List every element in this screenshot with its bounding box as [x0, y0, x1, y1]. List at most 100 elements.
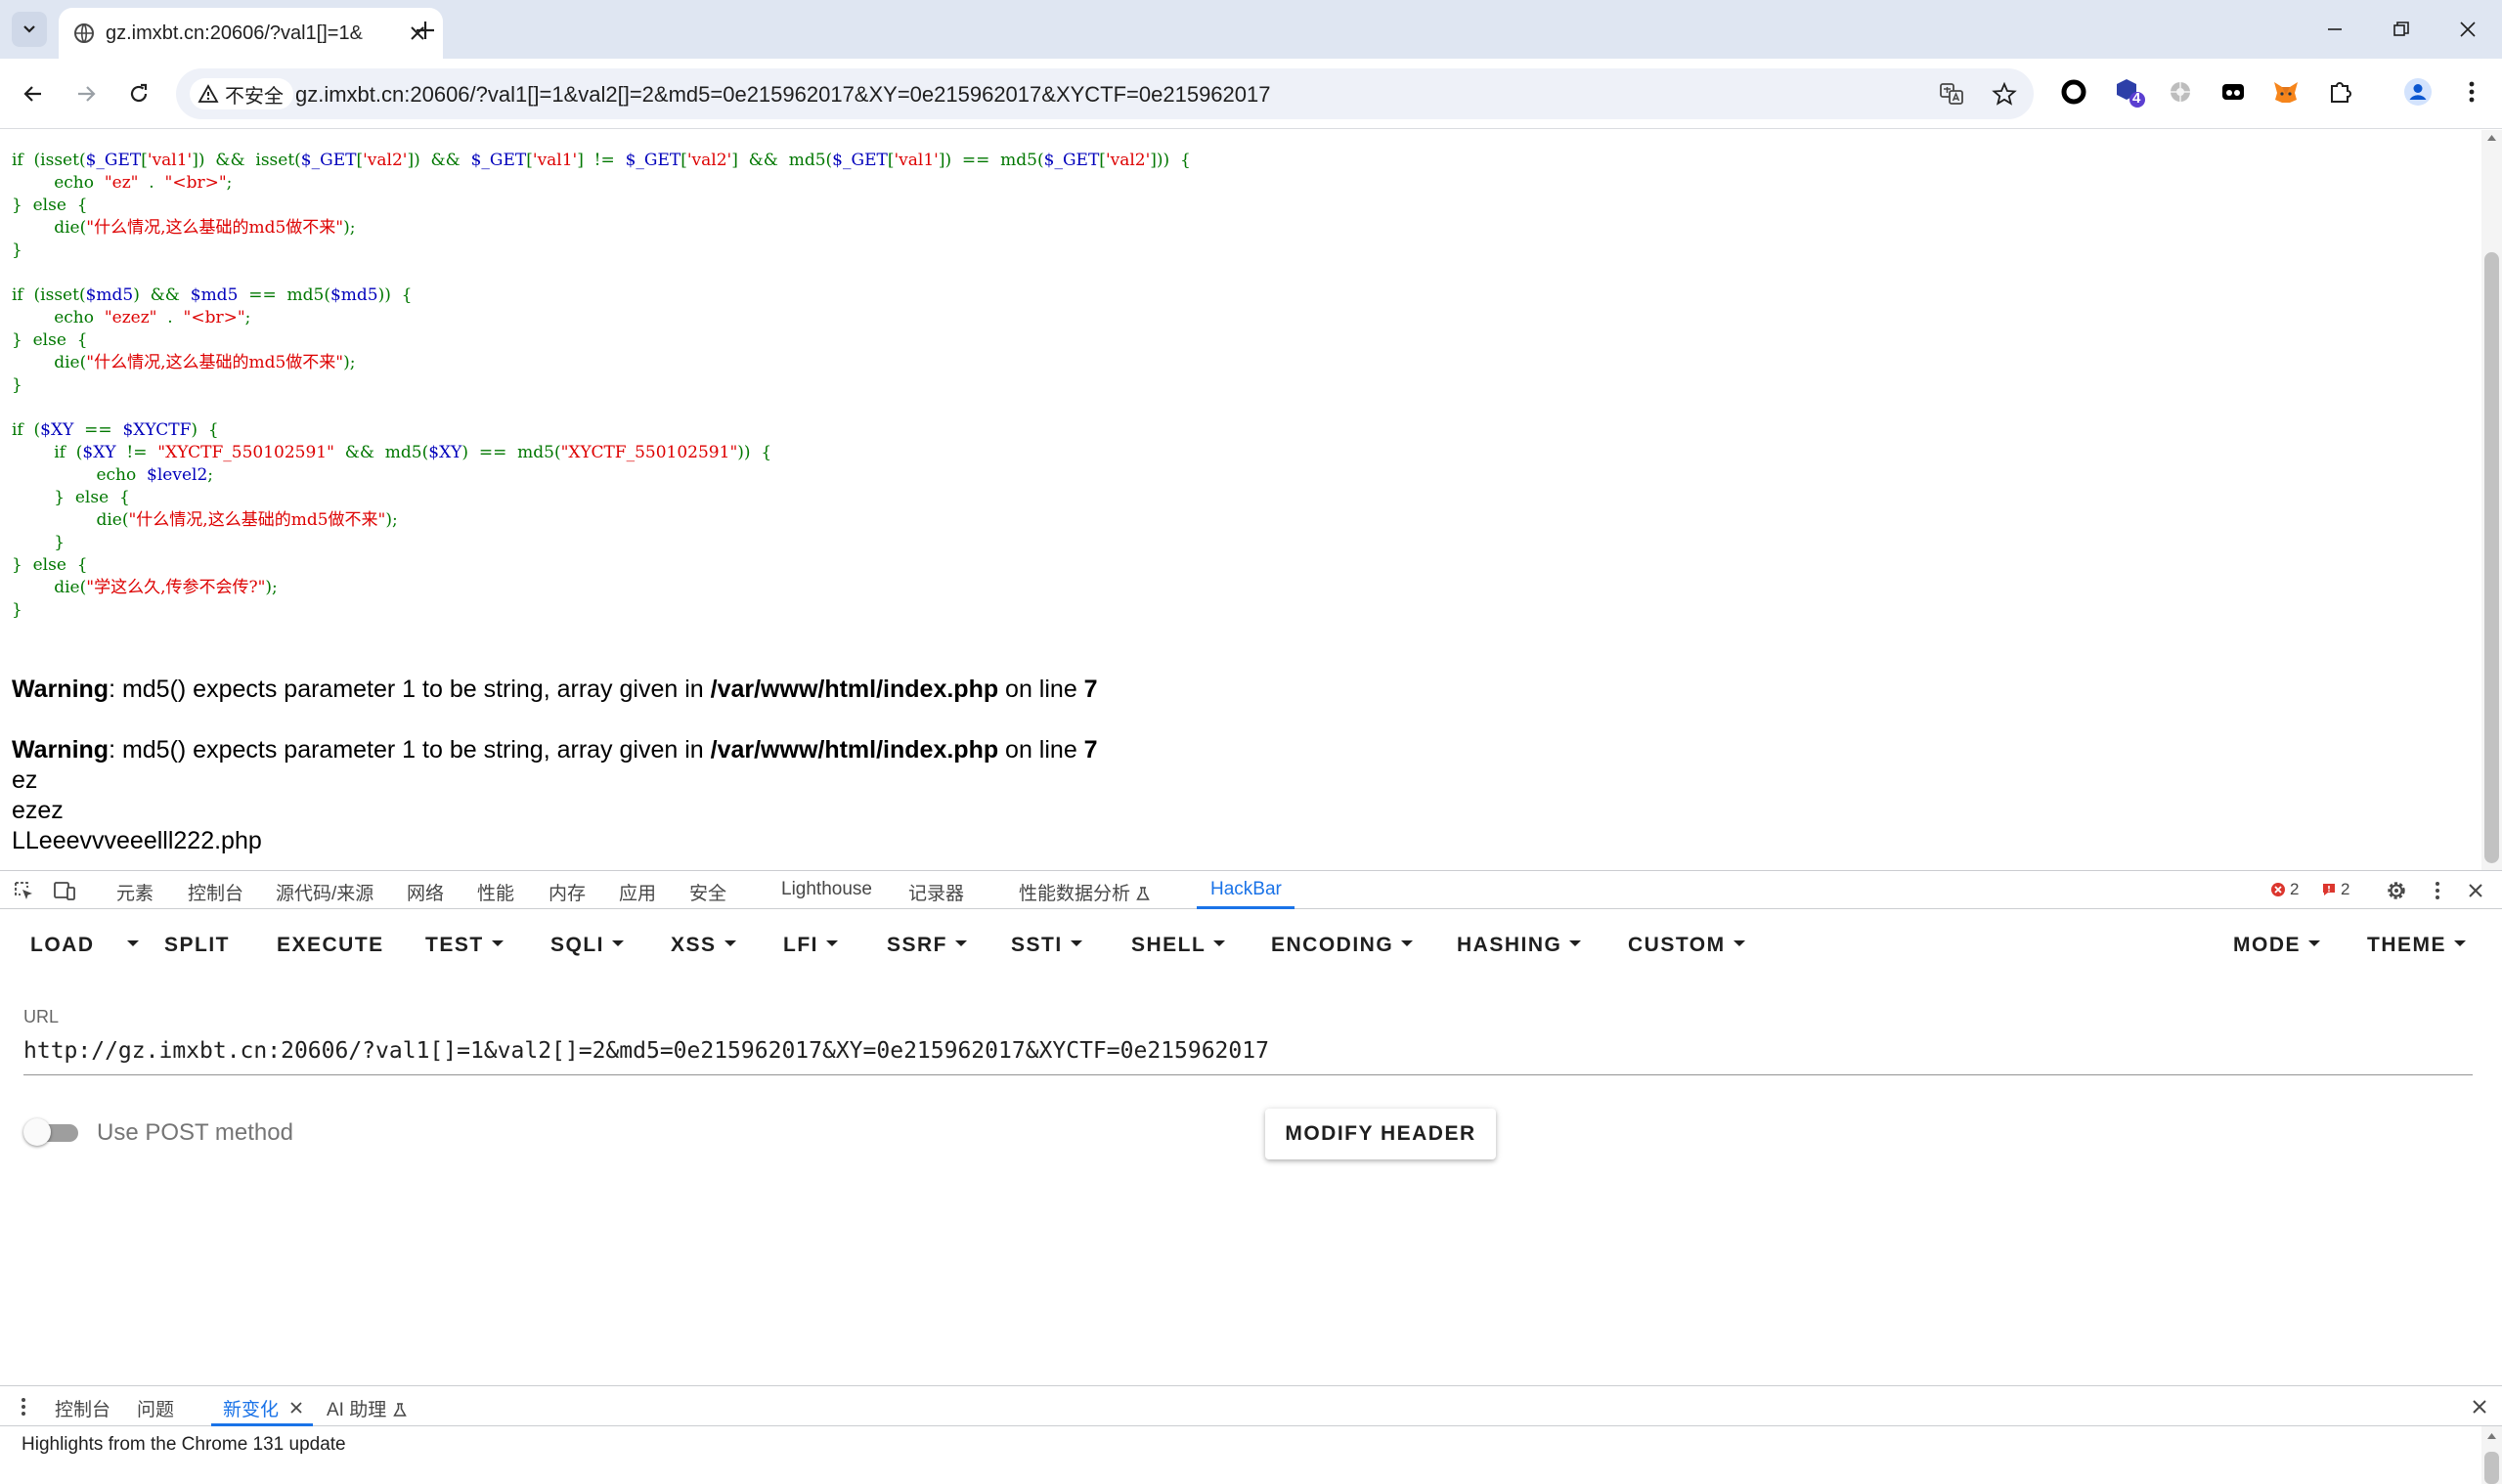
code-line: } else {	[12, 329, 1191, 352]
hackbar-custom-menu[interactable]: CUSTOM	[1628, 934, 1745, 957]
error-circle-icon	[2271, 883, 2285, 896]
url-text[interactable]: gz.imxbt.cn:20606/?val1[]=1&val2[]=2&md5…	[295, 82, 1271, 108]
extension-badge: 4	[2132, 90, 2141, 107]
devtools-menu-button[interactable]	[2424, 877, 2451, 904]
new-tab-icon[interactable]	[409, 14, 442, 47]
arrow-right-icon	[78, 86, 96, 102]
restore-button[interactable]	[2382, 10, 2421, 49]
devtools-tab[interactable]: 内存	[549, 879, 586, 905]
devtools-tab-bar: 元素 控制台 源代码/来源 网络 性能 内存 应用 安全 Lighthouse …	[0, 870, 2502, 909]
drawer-tab-ai-assistant[interactable]: AI 助理	[327, 1395, 408, 1421]
devtools-tab[interactable]: Lighthouse	[781, 879, 872, 900]
error-count: 2	[2290, 880, 2300, 898]
menu-label: SHELL	[1131, 934, 1207, 956]
window-close-button[interactable]	[2448, 10, 2487, 49]
extension-circle-button[interactable]	[2056, 74, 2091, 109]
devtools-tab[interactable]: 性能	[477, 879, 514, 905]
caret-down-icon	[127, 940, 139, 947]
hackbar-sqli-menu[interactable]: SQLI	[550, 934, 625, 957]
code-token: ;	[207, 465, 214, 485]
hackbar-theme-menu[interactable]: THEME	[2367, 934, 2466, 957]
reload-button[interactable]	[119, 74, 158, 113]
extension-flower-button[interactable]	[2163, 74, 2198, 109]
hackbar-ssti-menu[interactable]: SSTI	[1011, 934, 1082, 957]
extension-mask-button[interactable]	[2216, 74, 2251, 109]
caret-down-icon	[1213, 940, 1226, 947]
scrollbar-thumb[interactable]	[2484, 1452, 2499, 1484]
drawer-scrollbar[interactable]	[2481, 1426, 2502, 1484]
php-warning-2: Warning: md5() expects parameter 1 to be…	[12, 736, 1098, 764]
browser-tab-active[interactable]: gz.imxbt.cn:20606/?val1[]=1&	[59, 8, 443, 59]
devtools-close-button[interactable]	[2462, 877, 2489, 904]
devtools-tab[interactable]: 源代码/来源	[276, 879, 373, 905]
scroll-up-arrow-icon[interactable]	[2486, 134, 2497, 142]
extension-hexagon-button[interactable]: 4	[2112, 74, 2147, 109]
hackbar-hashing-menu[interactable]: HASHING	[1457, 934, 1582, 957]
modify-header-button[interactable]: MODIFY HEADER	[1265, 1109, 1496, 1159]
caret-down-icon	[491, 940, 504, 947]
translate-icon	[1940, 83, 1963, 105]
devtools-tab[interactable]: 网络	[407, 879, 444, 905]
forward-button[interactable]	[66, 74, 106, 113]
flask-icon	[1136, 887, 1151, 900]
drawer-menu-button[interactable]	[10, 1393, 37, 1420]
hackbar-url-input[interactable]: http://gz.imxbt.cn:20606/?val1[]=1&val2[…	[23, 1036, 2473, 1075]
hackbar-shell-menu[interactable]: SHELL	[1131, 934, 1226, 957]
devtools-tab[interactable]: 应用	[619, 879, 656, 905]
hackbar-encoding-menu[interactable]: ENCODING	[1271, 934, 1414, 957]
scrollbar-thumb[interactable]	[2484, 252, 2499, 863]
hackbar-load-button[interactable]: LOAD	[30, 934, 95, 957]
hackbar-split-button[interactable]: SPLIT	[164, 934, 230, 957]
bookmark-button[interactable]	[1989, 78, 2020, 109]
scroll-up-arrow-icon[interactable]	[2486, 1432, 2497, 1440]
extension-fox-button[interactable]	[2268, 74, 2304, 109]
back-button[interactable]	[14, 74, 53, 113]
page-scrollbar[interactable]	[2481, 130, 2502, 870]
code-token: "ezez"	[104, 308, 157, 327]
code-token: ==	[73, 420, 123, 440]
tab-search-button[interactable]	[12, 12, 47, 47]
address-bar[interactable]: 不安全 gz.imxbt.cn:20606/?val1[]=1&val2[]=2…	[176, 68, 2034, 119]
translate-button[interactable]	[1936, 78, 1967, 109]
devtools-settings-button[interactable]	[2383, 877, 2410, 904]
hackbar-url-label: URL	[23, 1007, 60, 1026]
devtools-tab-hackbar[interactable]: HackBar	[1210, 879, 1282, 900]
code-token: 'val2'	[1105, 151, 1151, 170]
whats-new-panel: Highlights from the Chrome 131 update	[0, 1426, 2481, 1484]
browser-window: gz.imxbt.cn:20606/?val1[]=1& 不安全 gz.imxb…	[0, 0, 2502, 1484]
close-icon[interactable]	[289, 1401, 303, 1415]
devtools-tab[interactable]: 控制台	[188, 879, 243, 905]
hackbar-test-menu[interactable]: TEST	[425, 934, 504, 957]
device-icon	[54, 882, 75, 900]
hackbar-ssrf-menu[interactable]: SSRF	[887, 934, 968, 957]
devtools-tab[interactable]: 性能数据分析	[1019, 879, 1151, 905]
hackbar-load-dropdown[interactable]	[119, 934, 139, 957]
devtools-tab[interactable]: 安全	[689, 879, 726, 905]
tab-strip: gz.imxbt.cn:20606/?val1[]=1&	[0, 0, 2502, 59]
post-method-toggle[interactable]	[23, 1118, 78, 1146]
drawer-tab[interactable]: 控制台	[55, 1395, 110, 1421]
drawer-tab-whats-new[interactable]: 新变化	[223, 1395, 279, 1421]
drawer-close-button[interactable]	[2466, 1393, 2493, 1420]
issue-counter[interactable]: 2	[2321, 880, 2349, 899]
devtools-tab[interactable]: 元素	[116, 879, 154, 905]
error-counter[interactable]: 2	[2270, 880, 2299, 899]
hackbar-execute-button[interactable]: EXECUTE	[277, 934, 384, 957]
browser-menu-button[interactable]	[2454, 74, 2489, 109]
hackbar-mode-menu[interactable]: MODE	[2233, 934, 2320, 957]
minimize-button[interactable]	[2315, 10, 2354, 49]
warning-on-line: on line	[998, 676, 1084, 703]
hackbar-xss-menu[interactable]: XSS	[671, 934, 736, 957]
site-info-chip[interactable]: 不安全	[190, 78, 293, 109]
menu-label: HASHING	[1457, 934, 1562, 956]
code-token: $_GET	[832, 151, 888, 170]
profile-button[interactable]	[2400, 74, 2436, 109]
devtools-tab[interactable]: 记录器	[908, 879, 964, 905]
extensions-menu-button[interactable]	[2323, 74, 2358, 109]
hackbar-lfi-menu[interactable]: LFI	[783, 934, 838, 957]
drawer-tab[interactable]: 问题	[137, 1395, 174, 1421]
device-toolbar-button[interactable]	[51, 877, 78, 904]
menu-label: THEME	[2367, 934, 2446, 956]
inspect-element-button[interactable]	[10, 877, 37, 904]
